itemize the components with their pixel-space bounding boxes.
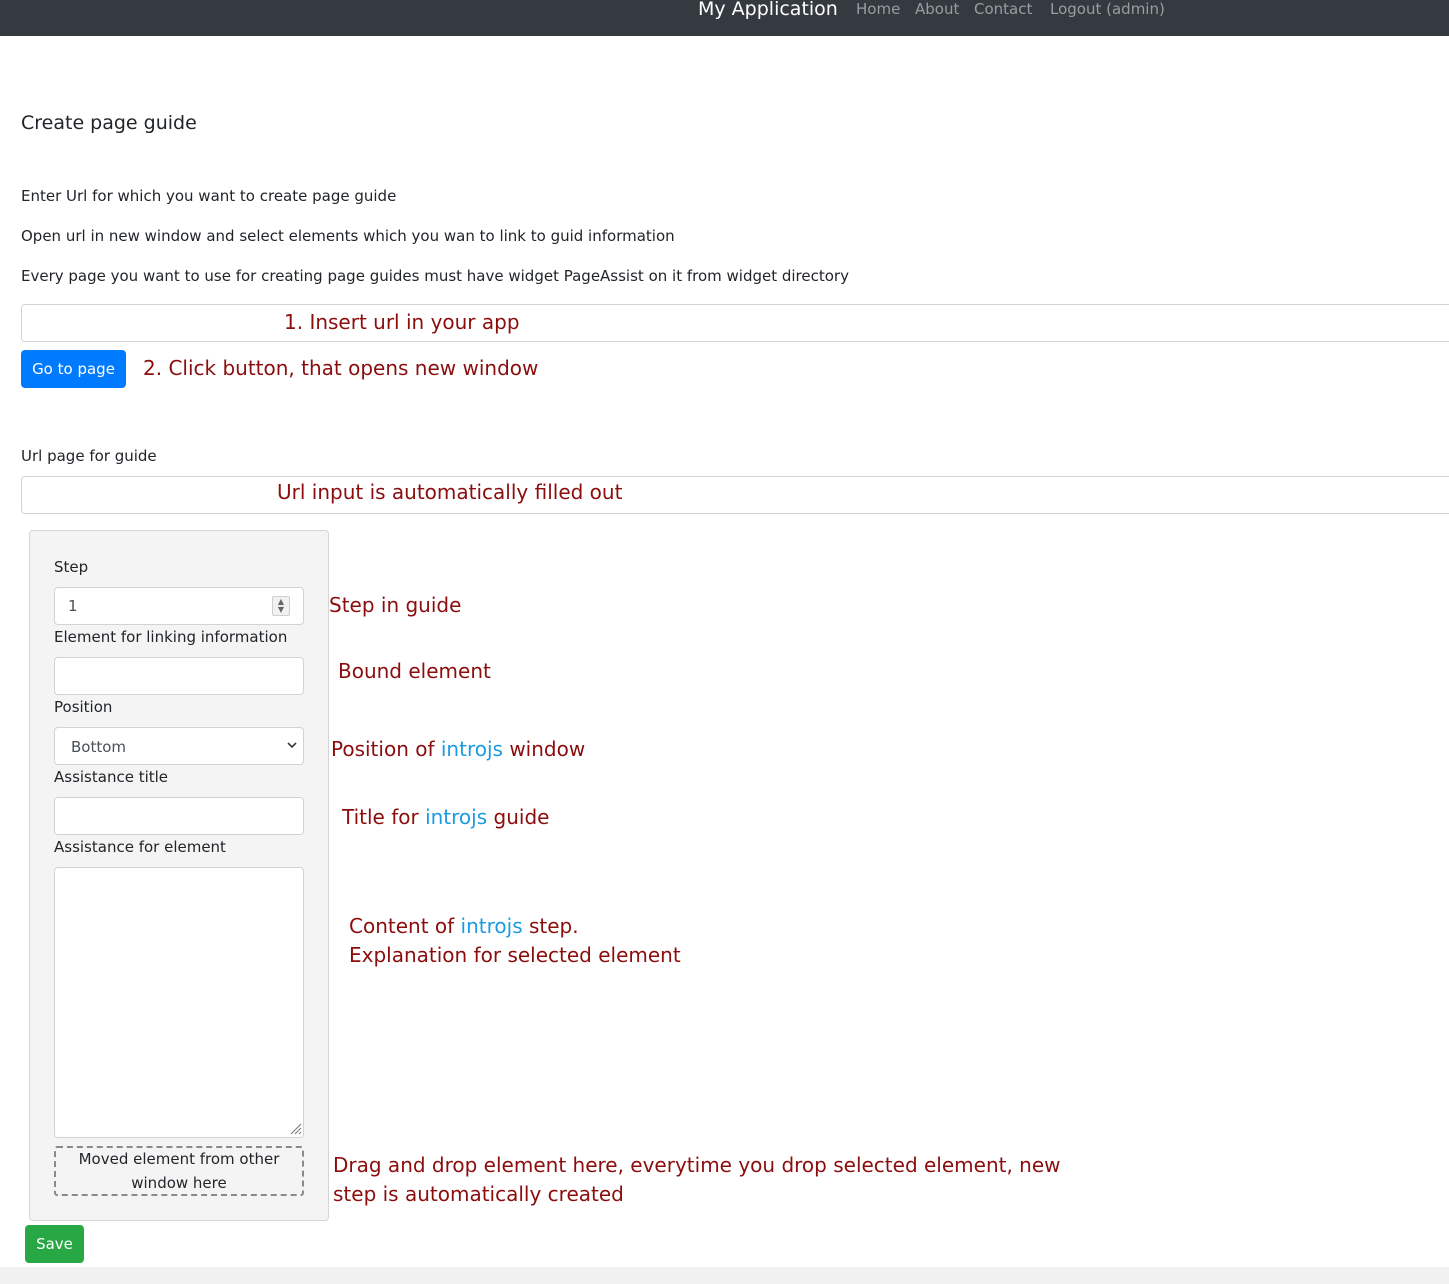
chevron-down-icon — [287, 742, 297, 749]
instruction-2: Open url in new window and select elemen… — [21, 227, 675, 245]
assistance-textarea[interactable] — [54, 867, 304, 1138]
assistance-element-label: Assistance for element — [54, 838, 226, 856]
element-input[interactable] — [54, 657, 304, 695]
nav-logout-link[interactable]: Logout (admin) — [1050, 0, 1165, 18]
annotation-bound: Bound element — [338, 659, 491, 683]
position-select[interactable]: Bottom — [54, 727, 304, 765]
position-selected-value: Bottom — [71, 738, 127, 756]
footer-strip — [0, 1267, 1449, 1284]
drop-zone[interactable]: Moved element from other window here — [54, 1146, 304, 1196]
annotation-position: Position of introjs window — [331, 737, 585, 761]
annotation-step: Step in guide — [329, 593, 462, 617]
annotation-introjs-1: introjs — [440, 737, 503, 761]
nav-home-link[interactable]: Home — [856, 0, 900, 18]
page-title: Create page guide — [21, 112, 197, 134]
step-label: Step — [54, 558, 89, 576]
annotation-position-post: window — [509, 737, 586, 761]
assistance-title-label: Assistance title — [54, 768, 169, 786]
annotation-title-post: guide — [493, 805, 550, 829]
annotation-content-line2: Explanation for selected element — [349, 943, 681, 967]
brand-title[interactable]: My Application — [698, 0, 838, 20]
annotation-insert-url: 1. Insert url in your app — [284, 310, 520, 334]
annotation-click-button: 2. Click button, that opens new window — [143, 356, 539, 380]
annotation-title-pre: Title for — [342, 805, 419, 829]
annotation-introjs-3: introjs — [460, 914, 523, 938]
element-label: Element for linking information — [54, 628, 288, 646]
drop-zone-text: Moved element from other window here — [79, 1147, 280, 1195]
drop-zone-line-2: window here — [131, 1174, 227, 1192]
position-label: Position — [54, 698, 113, 716]
go-to-page-button[interactable]: Go to page — [21, 350, 126, 388]
annotation-content-pre: Content of — [349, 914, 455, 938]
instruction-1: Enter Url for which you want to create p… — [21, 187, 397, 205]
nav-contact-link[interactable]: Contact — [974, 0, 1032, 18]
assistance-title-input[interactable] — [54, 797, 304, 835]
drop-zone-line-1: Moved element from other — [78, 1150, 280, 1168]
annotation-position-pre: Position of — [331, 737, 435, 761]
annotation-title: Title for introjs guide — [342, 805, 549, 829]
instruction-3: Every page you want to use for creating … — [21, 267, 849, 285]
resize-grip-icon[interactable] — [288, 1121, 302, 1135]
annotation-introjs-2: introjs — [425, 805, 488, 829]
navbar: My Application Home About Contact Logout… — [0, 0, 1449, 36]
url-page-label: Url page for guide — [21, 447, 157, 465]
annotation-content-post: step. — [528, 914, 579, 938]
save-button[interactable]: Save — [25, 1225, 84, 1263]
annotation-drag-line1: Drag and drop element here, everytime yo… — [333, 1153, 1061, 1177]
url-page-input[interactable] — [21, 476, 1449, 514]
chevron-down-icon: ▼ — [277, 605, 285, 614]
step-input[interactable] — [54, 587, 304, 625]
annotation-url-filled: Url input is automatically filled out — [277, 480, 623, 504]
annotation-content: Content of introjs step. — [349, 914, 579, 938]
nav-about-link[interactable]: About — [915, 0, 959, 18]
step-spinner[interactable]: ▲ ▼ — [272, 596, 290, 616]
app-url-input[interactable] — [21, 304, 1449, 342]
annotation-drag-line2: step is automatically created — [333, 1182, 624, 1206]
